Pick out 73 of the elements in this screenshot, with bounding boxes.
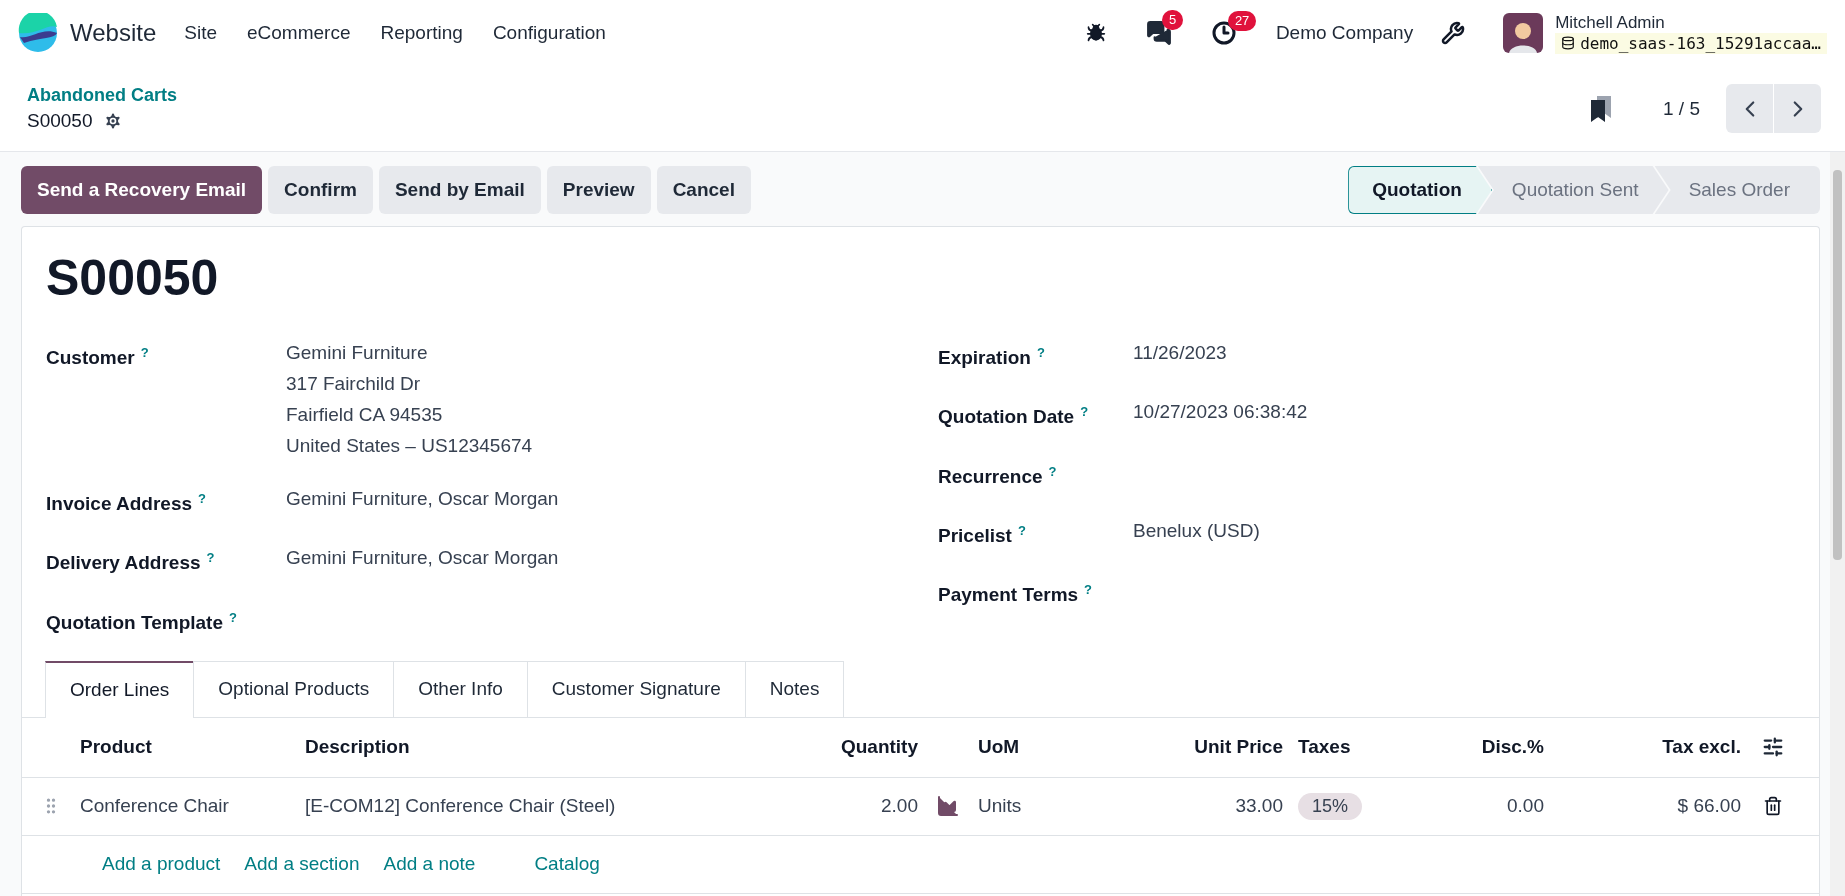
action-button[interactable]: Send a Recovery Email: [21, 166, 263, 214]
pager-counter[interactable]: 1 / 5: [1663, 97, 1700, 120]
status-step[interactable]: Sales Order: [1654, 166, 1820, 214]
record-title: S00050: [46, 249, 220, 307]
tab[interactable]: Order Lines: [45, 661, 195, 718]
field-value: Fairfield CA 94535: [286, 403, 444, 427]
table-cell-text: $ 66.00: [1676, 795, 1741, 818]
column-header[interactable]: UoM: [978, 736, 1118, 759]
field-label: Expiration $^{?}$: [938, 344, 1046, 371]
menu-item[interactable]: Site: [184, 22, 217, 44]
column-header[interactable]: Unit Price: [1118, 736, 1283, 759]
table-cell-text: Conference Chair: [80, 795, 230, 818]
field-label: Customer $^{?}$: [46, 344, 150, 371]
column-header[interactable]: Taxes: [1298, 736, 1428, 759]
add-link[interactable]: Catalog: [534, 853, 600, 876]
table-cell-text: 2.00: [880, 795, 918, 818]
user-name[interactable]: Mitchell Admin: [1555, 12, 1827, 33]
message-count-badge: 5: [1161, 10, 1184, 30]
tab[interactable]: Notes: [744, 661, 845, 717]
field-label: Quotation Template $^{?}$: [46, 608, 238, 635]
field-value: 317 Fairchild Dr: [286, 372, 422, 396]
column-header[interactable]: Product: [80, 736, 305, 759]
scrollbar[interactable]: [1830, 152, 1845, 896]
field-value: 10/27/2023 06:38:42: [1133, 400, 1309, 425]
field-value: United States – US12345674: [286, 434, 534, 458]
field-label: Invoice Address $^{?}$: [46, 490, 208, 517]
database-icon: [1561, 36, 1576, 50]
field-label: Payment Terms $^{?}$: [938, 581, 1094, 608]
clock-icon[interactable]: [1211, 21, 1236, 45]
menu-item[interactable]: Reporting: [380, 22, 463, 44]
activity-count-badge: 27: [1227, 11, 1257, 31]
column-settings-icon[interactable]: [1762, 736, 1784, 759]
add-link[interactable]: Add a note: [383, 853, 476, 876]
company-name[interactable]: Demo Company: [1275, 22, 1414, 44]
user-avatar[interactable]: [1503, 13, 1544, 53]
bug-icon[interactable]: [1085, 23, 1106, 43]
menu-item[interactable]: Configuration: [492, 22, 606, 44]
column-header[interactable]: Quantity: [675, 736, 918, 759]
add-link[interactable]: Add a product: [102, 853, 221, 876]
tools-icon[interactable]: [1441, 21, 1466, 45]
status-step[interactable]: Quotation: [1348, 166, 1492, 214]
field-label: Pricelist $^{?}$: [938, 522, 1027, 549]
delete-icon[interactable]: [1763, 796, 1783, 817]
table-cell-text: 0.00: [1506, 795, 1544, 818]
forecast-chart-icon[interactable]: [936, 794, 960, 819]
field-value: Gemini Furniture: [286, 341, 429, 365]
bookmarks-icon[interactable]: [1589, 93, 1613, 124]
action-button[interactable]: Cancel: [656, 166, 751, 214]
database-name: demo_saas-163_15291accaa…: [1555, 32, 1827, 54]
status-step[interactable]: Quotation Sent: [1477, 166, 1669, 214]
table-cell-text: 33.00: [1234, 795, 1283, 818]
menu-item[interactable]: eCommerce: [247, 22, 351, 44]
field-value: Benelux (USD): [1133, 519, 1261, 543]
breadcrumb-link[interactable]: Abandoned Carts: [27, 85, 177, 106]
table-cell-text: Units: [978, 795, 1023, 818]
column-header[interactable]: Disc.%: [1428, 736, 1544, 759]
record-name: S00050: [27, 110, 93, 132]
field-label: Recurrence $^{?}$: [938, 462, 1058, 489]
field-value: Gemini Furniture, Oscar Morgan: [286, 546, 560, 571]
column-header[interactable]: Description: [305, 736, 675, 759]
app-name[interactable]: Website: [70, 19, 157, 47]
column-header[interactable]: Tax excl.: [1544, 736, 1741, 759]
action-button[interactable]: Preview: [546, 166, 651, 214]
field-value: 11/26/2023: [1133, 341, 1228, 365]
action-button[interactable]: Send by Email: [378, 166, 541, 214]
tax-tag: 15%: [1298, 793, 1363, 820]
action-button[interactable]: Confirm: [268, 166, 373, 214]
field-value: Gemini Furniture, Oscar Morgan: [286, 487, 560, 511]
field-label: Delivery Address $^{?}$: [46, 549, 216, 576]
app-logo: [18, 13, 58, 53]
add-link[interactable]: Add a section: [244, 853, 360, 876]
field-label: Quotation Date $^{?}$: [938, 403, 1090, 430]
table-cell-text: [E-COM12] Conference Chair (Steel): [305, 795, 617, 818]
